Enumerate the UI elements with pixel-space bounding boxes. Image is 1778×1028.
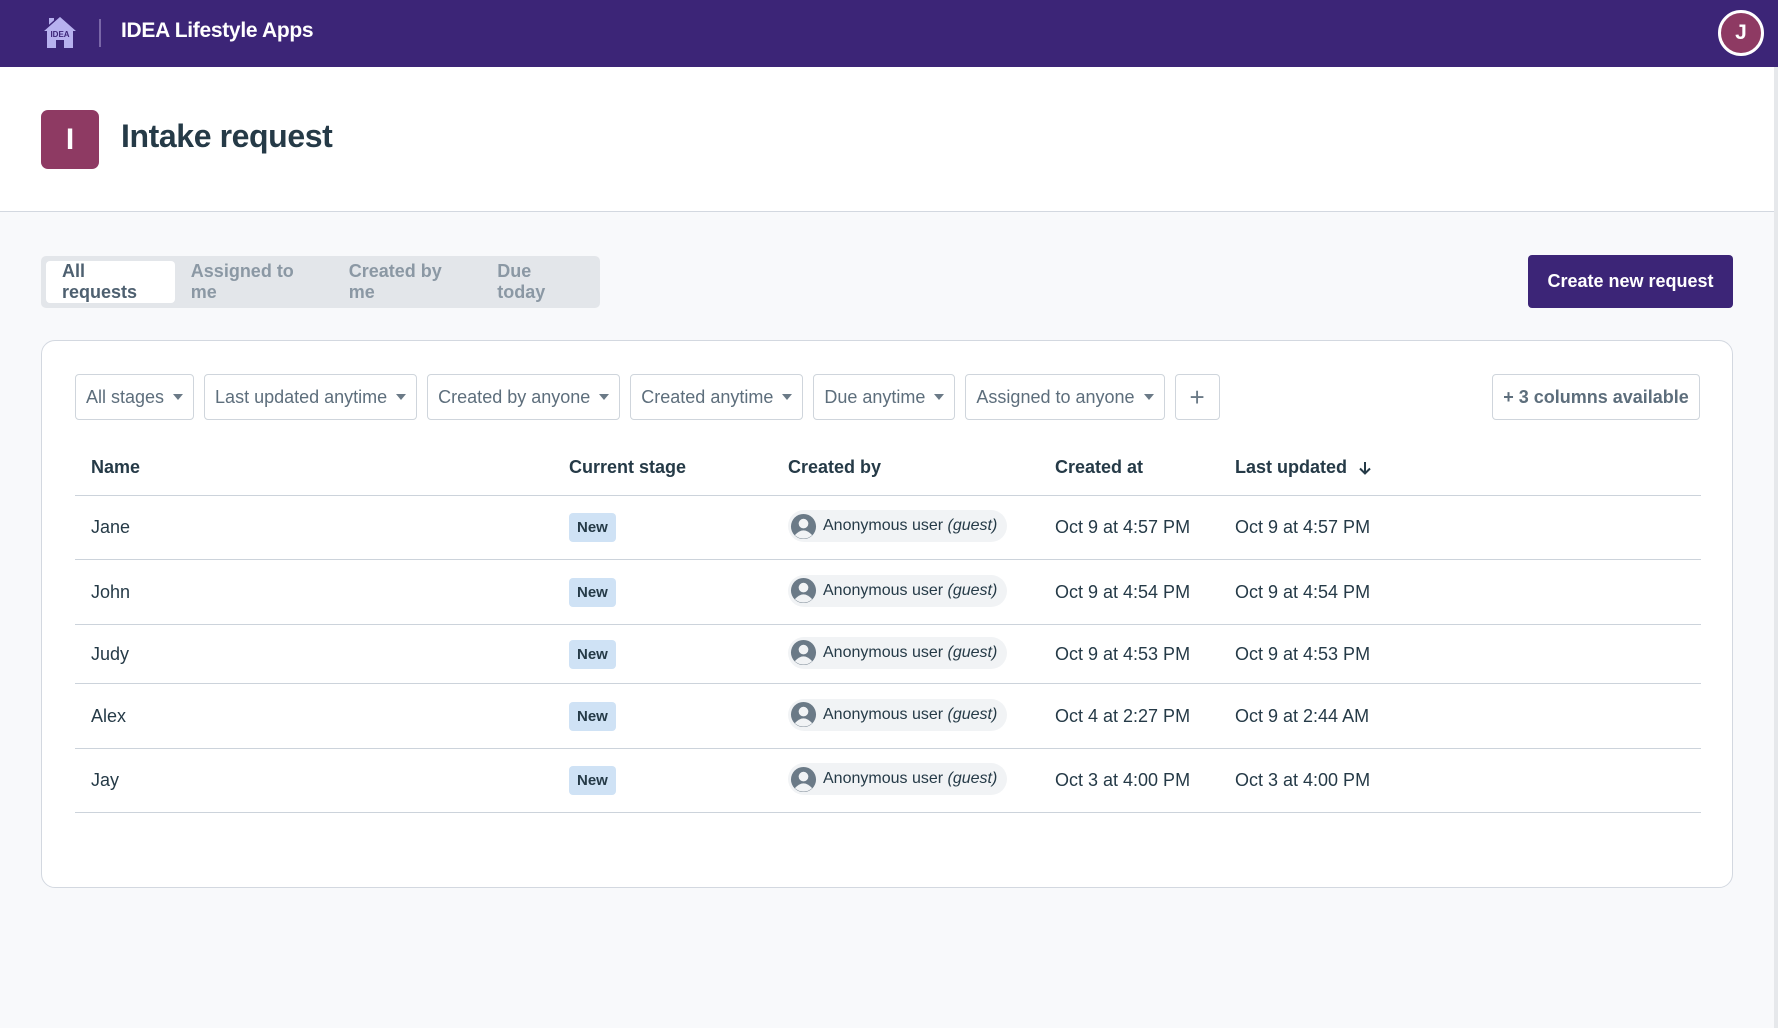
user-avatar-icon: [790, 578, 817, 604]
stage-badge: New: [569, 766, 616, 795]
request-name[interactable]: Jane: [91, 517, 130, 538]
last-updated-cell: Oct 9 at 2:44 AM: [1235, 705, 1370, 726]
create-new-request-button[interactable]: Create new request: [1528, 255, 1733, 308]
user-avatar-icon: [790, 513, 817, 539]
request-name[interactable]: Alex: [91, 706, 126, 727]
svg-text:IDEA: IDEA: [50, 30, 69, 39]
created-at-cell: Oct 9 at 4:53 PM: [1055, 643, 1191, 664]
filter-last-updated[interactable]: Last updated anytime: [204, 374, 418, 420]
user-avatar-icon: [790, 702, 817, 728]
created-at-cell: Oct 9 at 4:54 PM: [1055, 581, 1191, 602]
creator-name: Anonymous user (guest): [823, 643, 998, 661]
filter-due[interactable]: Due anytime: [813, 374, 956, 420]
columns-available-button[interactable]: + 3 columns available: [1492, 374, 1700, 420]
creator-name: Anonymous user (guest): [823, 581, 998, 599]
caret-down-icon: [599, 394, 610, 400]
stage-cell: New: [569, 701, 616, 731]
table-row[interactable]: Jane New Anonymous user (guest) Oct 9 at…: [75, 496, 1701, 560]
stage-badge: New: [569, 513, 616, 542]
filter-stages[interactable]: All stages: [75, 374, 195, 420]
caret-down-icon: [934, 394, 945, 400]
request-name[interactable]: John: [91, 582, 130, 603]
page-scrollbar[interactable]: [1774, 67, 1778, 1028]
sort-descending-arrow-icon[interactable]: [1357, 460, 1373, 476]
topbar-divider: [99, 19, 101, 47]
column-header-last-updated[interactable]: Last updated: [1235, 457, 1373, 478]
column-header-created-by[interactable]: Created by: [788, 457, 881, 478]
created-by-cell: Anonymous user (guest): [788, 510, 1008, 545]
created-by-cell: Anonymous user (guest): [788, 698, 1008, 734]
table-row[interactable]: Judy New Anonymous user (guest) Oct 9 at…: [75, 625, 1701, 684]
last-updated-cell: Oct 9 at 4:54 PM: [1235, 581, 1371, 602]
requests-card: All stages Last updated anytime Created …: [41, 340, 1733, 888]
filter-label: Due anytime: [824, 386, 926, 407]
page-title: Intake request: [121, 118, 333, 154]
caret-down-icon: [782, 394, 793, 400]
user-avatar-icon: [790, 766, 817, 792]
user-pill: Anonymous user (guest): [788, 510, 1008, 543]
app-title[interactable]: IDEA Lifestyle Apps: [121, 19, 314, 43]
table-row[interactable]: Jay New Anonymous user (guest) Oct 3 at …: [75, 749, 1701, 813]
stage-cell: New: [569, 513, 616, 542]
stage-cell: New: [569, 766, 616, 795]
stage-cell: New: [569, 577, 616, 607]
caret-down-icon: [1143, 394, 1154, 400]
filter-label: Assigned to anyone: [976, 386, 1135, 407]
request-view-tabs: All requests Assigned to me Created by m…: [41, 256, 600, 308]
column-header-name[interactable]: Name: [91, 457, 140, 478]
filter-label: Created anytime: [641, 386, 774, 407]
created-at-cell: Oct 9 at 4:57 PM: [1055, 517, 1191, 537]
user-pill: Anonymous user (guest): [788, 636, 1008, 669]
caret-down-icon: [396, 394, 407, 400]
request-name[interactable]: Jay: [91, 770, 119, 791]
user-pill: Anonymous user (guest): [788, 763, 1008, 796]
created-at-cell: Oct 4 at 2:27 PM: [1055, 705, 1191, 726]
creator-name: Anonymous user (guest): [823, 517, 998, 535]
creator-name: Anonymous user (guest): [823, 770, 998, 788]
filter-label: Last updated anytime: [215, 386, 388, 407]
add-filter-button[interactable]: +: [1174, 374, 1220, 420]
filter-created-at[interactable]: Created anytime: [630, 374, 804, 420]
column-header-label: Last updated: [1235, 457, 1348, 477]
table-row[interactable]: John New Anonymous user (guest) Oct 9 at…: [75, 560, 1701, 625]
request-name[interactable]: Judy: [91, 644, 129, 665]
created-by-cell: Anonymous user (guest): [788, 574, 1008, 610]
filter-created-by[interactable]: Created by anyone: [427, 374, 621, 420]
tab-created-by-me[interactable]: Created by me: [333, 261, 482, 303]
idea-home-logo-icon[interactable]: IDEA: [41, 13, 79, 51]
requests-table: Name Current stage Created by Created at…: [75, 440, 1701, 813]
stage-cell: New: [569, 639, 616, 669]
user-pill: Anonymous user (guest): [788, 574, 1008, 607]
app-icon: I: [41, 110, 99, 169]
stage-badge: New: [569, 639, 616, 669]
top-navigation-bar: IDEA IDEA Lifestyle Apps J: [0, 0, 1778, 67]
plus-icon: +: [1189, 381, 1205, 412]
user-avatar-icon: [790, 640, 817, 666]
created-by-cell: Anonymous user (guest): [788, 763, 1008, 798]
stage-badge: New: [569, 701, 616, 731]
last-updated-cell: Oct 3 at 4:00 PM: [1235, 770, 1371, 790]
filter-assigned-to[interactable]: Assigned to anyone: [965, 374, 1165, 420]
caret-down-icon: [173, 394, 184, 400]
tab-all-requests[interactable]: All requests: [46, 261, 175, 303]
tab-due-today[interactable]: Due today: [481, 261, 595, 303]
filter-label: All stages: [86, 386, 165, 407]
filter-label: Created by anyone: [438, 386, 591, 407]
last-updated-cell: Oct 9 at 4:53 PM: [1235, 643, 1371, 664]
table-row[interactable]: Alex New Anonymous user (guest) Oct 4 at…: [75, 684, 1701, 749]
last-updated-cell: Oct 9 at 4:57 PM: [1235, 517, 1371, 537]
creator-name: Anonymous user (guest): [823, 705, 998, 723]
page-header: I Intake request: [0, 67, 1774, 212]
created-by-cell: Anonymous user (guest): [788, 636, 1008, 672]
created-at-cell: Oct 3 at 4:00 PM: [1055, 770, 1191, 790]
table-header-row: Name Current stage Created by Created at…: [75, 440, 1701, 496]
filter-bar: All stages Last updated anytime Created …: [75, 374, 1220, 420]
column-header-created-at[interactable]: Created at: [1055, 457, 1143, 478]
user-avatar[interactable]: J: [1718, 10, 1764, 56]
user-pill: Anonymous user (guest): [788, 698, 1008, 731]
stage-badge: New: [569, 577, 616, 607]
column-header-stage[interactable]: Current stage: [569, 457, 686, 478]
tab-assigned-to-me[interactable]: Assigned to me: [175, 261, 333, 303]
